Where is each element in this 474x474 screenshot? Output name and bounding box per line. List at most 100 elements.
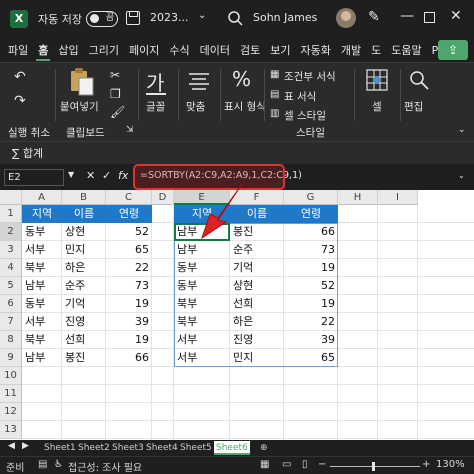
page-break-icon[interactable]: ▯ — [302, 459, 308, 470]
row-header[interactable]: 10 — [0, 367, 22, 385]
tab-5[interactable]: 수식 — [167, 40, 191, 62]
select-all-corner[interactable] — [0, 190, 22, 205]
zoom-in-icon[interactable]: + — [422, 459, 430, 470]
column-header[interactable]: D — [152, 190, 174, 205]
table-cell[interactable]: 65 — [106, 241, 152, 259]
table-cell[interactable]: 남부 — [22, 349, 62, 367]
column-header[interactable]: G — [284, 190, 338, 205]
check-icon[interactable]: ✓ — [102, 169, 111, 182]
table-cell[interactable]: 73 — [106, 277, 152, 295]
row-header[interactable]: 2 — [0, 223, 22, 241]
table-cell[interactable]: 22 — [106, 259, 152, 277]
sheet-tab-3[interactable]: Sheet3 — [112, 441, 144, 455]
column-header[interactable]: I — [378, 190, 418, 205]
page-layout-icon[interactable]: ▭ — [282, 459, 291, 470]
row-header[interactable]: 12 — [0, 403, 22, 421]
font-button[interactable]: 글꼴 — [146, 99, 165, 114]
chevron-right-icon[interactable]: ▶ — [22, 441, 29, 451]
tab-12[interactable]: 도움말 — [389, 40, 423, 62]
sheet-tab-1[interactable]: Sheet1 — [44, 441, 76, 455]
table-header-cell[interactable]: 지역 — [22, 205, 62, 223]
copy-icon[interactable]: ❐ — [110, 87, 121, 101]
table-cell[interactable]: 기억 — [62, 295, 106, 313]
percent-icon[interactable]: % — [232, 67, 251, 91]
format-painter-icon[interactable]: 🖌 — [110, 105, 125, 119]
sheet-tab-6[interactable]: Sheet6 — [214, 441, 250, 455]
paste-icon[interactable] — [68, 67, 96, 97]
row-header[interactable]: 6 — [0, 295, 22, 313]
cells-button[interactable]: 셀 — [372, 99, 382, 114]
tab-1[interactable]: 홈 — [36, 40, 51, 62]
column-header[interactable]: C — [106, 190, 152, 205]
dialog-launcher-icon[interactable]: ⇲ — [126, 125, 134, 135]
function-icon[interactable]: fx — [118, 169, 128, 182]
row-header[interactable]: 11 — [0, 385, 22, 403]
table-format-button[interactable]: 표 서식 — [284, 89, 316, 104]
table-cell[interactable]: 선희 — [62, 331, 106, 349]
tab-11[interactable]: 도 — [369, 40, 383, 62]
chevron-down-icon[interactable]: ⌄ — [198, 10, 206, 21]
sheet-tab-5[interactable]: Sheet5 — [180, 441, 212, 455]
table-cell[interactable]: 봉진 — [62, 349, 106, 367]
font-icon[interactable]: 가 — [146, 67, 164, 96]
column-header[interactable]: B — [62, 190, 106, 205]
table-cell[interactable]: 상현 — [62, 223, 106, 241]
autosave-toggle[interactable]: 끔 — [86, 11, 118, 27]
cells-icon[interactable] — [366, 69, 388, 91]
table-cell[interactable]: 19 — [106, 295, 152, 313]
avatar[interactable] — [336, 8, 356, 28]
tab-8[interactable]: 보기 — [268, 40, 292, 62]
sheet-tab-4[interactable]: Sheet4 — [146, 441, 178, 455]
table-format-icon[interactable]: ▤ — [270, 89, 279, 100]
pen-icon[interactable]: ✎ — [368, 9, 380, 25]
tab-6[interactable]: 데이터 — [198, 40, 232, 62]
search-icon[interactable] — [226, 9, 246, 29]
accessibility-status[interactable]: 접근성: 조사 필요 — [68, 459, 142, 474]
macro-icon[interactable]: ▤ — [38, 459, 47, 470]
redo-icon[interactable]: ↷ — [14, 93, 26, 109]
row-header[interactable]: 8 — [0, 331, 22, 349]
cut-icon[interactable]: ✂ — [110, 68, 120, 82]
save-icon[interactable] — [126, 11, 140, 25]
table-cell[interactable]: 39 — [106, 313, 152, 331]
conditional-format-button[interactable]: 조건부 서식 — [284, 69, 336, 84]
edit-search-icon[interactable] — [408, 69, 430, 91]
row-header[interactable]: 1 — [0, 205, 22, 223]
normal-view-icon[interactable]: ▦ — [260, 459, 269, 470]
accessibility-icon[interactable]: ♿ — [54, 459, 63, 470]
tab-3[interactable]: 그리기 — [87, 40, 121, 62]
table-cell[interactable]: 동부 — [22, 223, 62, 241]
autosum-button[interactable]: ∑ 합계 — [12, 145, 43, 161]
zoom-slider[interactable] — [330, 466, 420, 467]
cell-style-button[interactable]: 셀 스타일 — [284, 108, 326, 123]
chevron-left-icon[interactable]: ◀ — [8, 441, 15, 451]
table-cell[interactable]: 진영 — [62, 313, 106, 331]
tab-9[interactable]: 자동화 — [299, 40, 333, 62]
cancel-icon[interactable]: ✕ — [86, 169, 95, 182]
edit-button[interactable]: 편집 — [404, 99, 423, 114]
table-cell[interactable]: 66 — [106, 349, 152, 367]
table-cell[interactable]: 하은 — [62, 259, 106, 277]
ribbon-collapse-icon[interactable]: ⌄ — [458, 125, 466, 135]
table-header-cell[interactable]: 연령 — [106, 205, 152, 223]
number-format-button[interactable]: 표시 형식 — [224, 99, 266, 114]
cell-style-icon[interactable]: ▥ — [270, 108, 279, 119]
tab-2[interactable]: 삽입 — [56, 40, 80, 62]
zoom-level[interactable]: 130% — [436, 459, 465, 470]
column-header[interactable]: H — [338, 190, 378, 205]
file-name[interactable]: 2023... — [150, 11, 188, 24]
close-icon[interactable]: ✕ — [450, 8, 462, 24]
align-icon[interactable] — [188, 71, 210, 91]
table-header-cell[interactable]: 이름 — [62, 205, 106, 223]
table-cell[interactable]: 북부 — [22, 331, 62, 349]
table-cell[interactable]: 19 — [106, 331, 152, 349]
row-header[interactable]: 3 — [0, 241, 22, 259]
table-cell[interactable]: 동부 — [22, 295, 62, 313]
table-cell[interactable]: 북부 — [22, 259, 62, 277]
zoom-out-icon[interactable]: − — [318, 459, 326, 470]
tab-7[interactable]: 검토 — [238, 40, 262, 62]
align-button[interactable]: 맞춤 — [186, 99, 205, 114]
row-header[interactable]: 5 — [0, 277, 22, 295]
tab-10[interactable]: 개발 — [339, 40, 363, 62]
undo-icon[interactable]: ↶ — [14, 69, 26, 85]
